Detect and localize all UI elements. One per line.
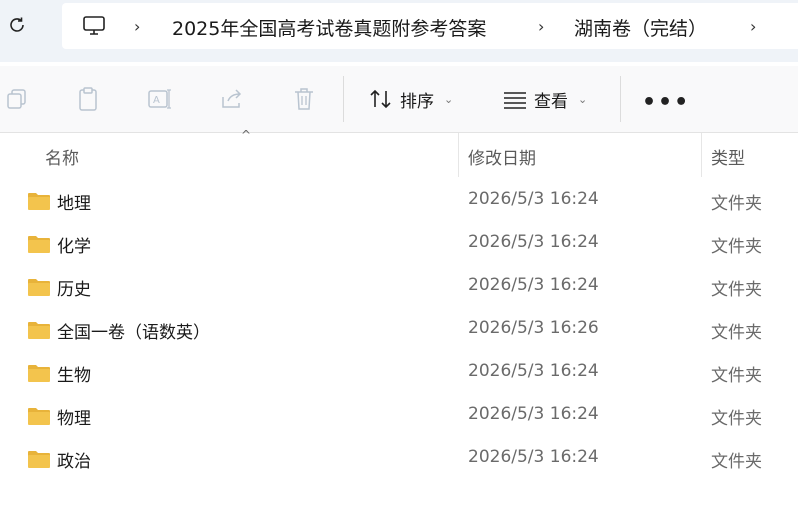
trash-icon (295, 88, 313, 110)
item-modified-date: 2026/5/3 16:24 (468, 275, 599, 295)
item-name: 历史 (57, 280, 91, 300)
refresh-button[interactable] (4, 12, 30, 38)
list-item[interactable]: 历史 2026/5/3 16:24 文件夹 (0, 266, 798, 309)
folder-icon (28, 322, 50, 339)
list-item[interactable]: 政治 2026/5/3 16:24 文件夹 (0, 438, 798, 481)
column-header-row: 名称 修改日期 类型 (0, 133, 798, 177)
share-icon (222, 89, 242, 108)
item-modified-date: 2026/5/3 16:24 (468, 361, 599, 381)
breadcrumb-segment[interactable]: 2025年全国高考试卷真题附参考答案 (172, 14, 486, 41)
item-name: 地理 (57, 194, 91, 214)
column-header-name[interactable]: 名称 (45, 144, 79, 169)
column-divider[interactable] (701, 133, 702, 177)
item-type: 文件夹 (711, 366, 762, 386)
breadcrumb-chevron-icon[interactable]: › (538, 17, 544, 36)
item-name: 政治 (57, 452, 91, 472)
sort-label: 排序 (400, 91, 434, 112)
address-bar-area: › 2025年全国高考试卷真题附参考答案 › 湖南卷（完结） › (0, 0, 798, 62)
folder-icon (28, 451, 50, 468)
breadcrumb[interactable]: › 2025年全国高考试卷真题附参考答案 › 湖南卷（完结） › (62, 3, 798, 49)
item-name: 生物 (57, 366, 91, 386)
chevron-down-icon: ⌄ (444, 92, 454, 106)
clipboard-icon (79, 87, 97, 111)
item-name: 物理 (57, 409, 91, 429)
more-options-button[interactable]: ••• (642, 90, 690, 115)
item-modified-date: 2026/5/3 16:24 (468, 189, 599, 209)
list-item[interactable]: 物理 2026/5/3 16:24 文件夹 (0, 395, 798, 438)
item-modified-date: 2026/5/3 16:26 (468, 318, 599, 338)
folder-icon (28, 193, 50, 210)
item-type: 文件夹 (711, 280, 762, 300)
svg-text:A: A (153, 95, 160, 106)
item-type: 文件夹 (711, 323, 762, 343)
sort-icon (370, 89, 391, 109)
item-type: 文件夹 (711, 194, 762, 214)
view-label: 查看 (534, 91, 568, 112)
folder-icon (28, 408, 50, 425)
view-button[interactable]: 查看 ⌄ (502, 85, 587, 113)
breadcrumb-chevron-icon[interactable]: › (750, 17, 756, 36)
paste-button[interactable] (73, 84, 103, 114)
folder-icon (28, 279, 50, 296)
list-item[interactable]: 地理 2026/5/3 16:24 文件夹 (0, 180, 798, 223)
list-item[interactable]: 全国一卷（语数英） 2026/5/3 16:26 文件夹 (0, 309, 798, 352)
list-item[interactable]: 生物 2026/5/3 16:24 文件夹 (0, 352, 798, 395)
breadcrumb-segment[interactable]: 湖南卷（完结） (574, 14, 707, 41)
folder-icon (28, 236, 50, 253)
column-divider[interactable] (458, 133, 459, 177)
refresh-icon (10, 17, 24, 32)
sort-button[interactable]: 排序 ⌄ (368, 85, 453, 113)
item-type: 文件夹 (711, 237, 762, 257)
item-type: 文件夹 (711, 409, 762, 429)
command-bar: A 排序 ⌄ 查看 ⌄ ••• (0, 66, 798, 133)
item-name: 全国一卷（语数英） (57, 323, 210, 343)
chevron-down-icon: ⌄ (578, 92, 588, 106)
view-lines-icon (504, 92, 526, 109)
this-pc-icon[interactable] (82, 15, 106, 41)
item-modified-date: 2026/5/3 16:24 (468, 447, 599, 467)
column-header-modified[interactable]: 修改日期 (468, 144, 536, 169)
toolbar-divider (343, 76, 344, 122)
share-button[interactable] (217, 84, 247, 114)
item-name: 化学 (57, 237, 91, 257)
item-modified-date: 2026/5/3 16:24 (468, 404, 599, 424)
item-type: 文件夹 (711, 452, 762, 472)
column-header-type[interactable]: 类型 (711, 144, 745, 169)
copy-button[interactable] (2, 84, 32, 114)
breadcrumb-chevron-icon[interactable]: › (134, 17, 140, 36)
rename-button[interactable]: A (145, 84, 175, 114)
copy-icon (7, 89, 26, 109)
rename-icon: A (148, 89, 171, 109)
item-modified-date: 2026/5/3 16:24 (468, 232, 599, 252)
toolbar-divider (620, 76, 621, 122)
list-item[interactable]: 化学 2026/5/3 16:24 文件夹 (0, 223, 798, 266)
folder-icon (28, 365, 50, 382)
delete-button[interactable] (289, 84, 319, 114)
